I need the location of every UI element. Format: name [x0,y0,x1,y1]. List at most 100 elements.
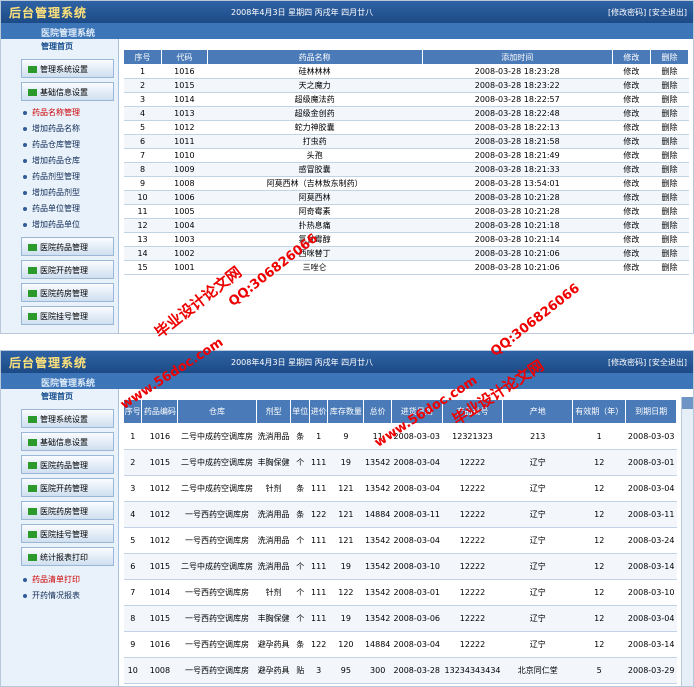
scroll-up-icon[interactable] [682,397,693,409]
table-cell: 辽宁 [502,605,573,632]
table-cell: 超级魔法药 [207,92,423,107]
delete-link[interactable]: 删除 [650,204,689,219]
link-add-unit[interactable]: 增加药品单位 [23,217,118,233]
delete-link[interactable]: 删除 [650,190,689,205]
edit-link[interactable]: 修改 [612,204,651,219]
delete-link[interactable]: 删除 [650,218,689,233]
delete-link[interactable]: 删除 [650,64,689,79]
menu-registration-manage[interactable]: 医院挂号管理 [21,306,114,325]
menu-pharmacy-manage[interactable]: 医院药房管理 [21,501,114,520]
table-row: 7 1014 一号西药空调库房 针剂个 111 122 13542 2008-03-01 122… [123,579,677,606]
menu-prescribe-manage[interactable]: 医院开药管理 [21,478,114,497]
link-drug-list-print[interactable]: 药品清单打印 [23,572,118,588]
table-cell: 1016 [141,631,178,658]
delete-link[interactable]: 删除 [650,232,689,247]
menu-drug-manage[interactable]: 医院药品管理 [21,237,114,256]
table-cell: 2008-03-14 [625,631,677,658]
home-link[interactable]: 管理首页 [1,39,118,55]
link-add-dosage[interactable]: 增加药品剂型 [23,185,118,201]
table-cell: 15 [123,260,162,275]
edit-link[interactable]: 修改 [612,64,651,79]
edit-link[interactable]: 修改 [612,106,651,121]
screenshot-drug-name-list: 后台管理系统 2008年4月3日 星期四 丙戌年 四月廿八 [修改密码] [安全… [0,0,694,334]
table-cell: 一号西药空调库房 [177,631,257,658]
delete-link[interactable]: 删除 [650,246,689,261]
account-links[interactable]: [修改密码] [安全退出] [608,7,687,18]
delete-link[interactable]: 删除 [650,176,689,191]
menu-system-settings[interactable]: 管理系统设置 [21,59,114,78]
link-drug-name-manage[interactable]: 药品名称管理 [23,105,118,121]
delete-link[interactable]: 删除 [650,134,689,149]
link-unit-manage[interactable]: 药品单位管理 [23,201,118,217]
table-cell: 1013 [161,106,208,121]
table-cell: 广州白云山制药厂 [502,683,573,686]
table-cell: 122 [327,579,364,606]
table-cell: 阿莫西林 [207,190,423,205]
table-cell: 2008-03-11 [625,501,677,528]
menu-basic-info[interactable]: 基础信息设置 [21,432,114,451]
menu-prescribe-manage[interactable]: 医院开药管理 [21,260,114,279]
delete-link[interactable]: 删除 [650,92,689,107]
link-dosage-manage[interactable]: 药品剂型管理 [23,169,118,185]
table-cell: 12 [572,501,626,528]
table-cell: 辽宁 [502,449,573,476]
menu-registration-manage[interactable]: 医院挂号管理 [21,524,114,543]
table-cell: 1 [309,423,328,450]
table-cell: 12321323 [442,423,503,450]
table-row: 8 1015 一号西药空调库房 丰胸保健个 111 19 13542 2008-03-06 12… [123,605,677,632]
table-cell: 14 [123,246,162,261]
table-cell: 避孕药具 [256,657,291,684]
table-cell: 12 [572,579,626,606]
vertical-scrollbar[interactable] [681,397,693,686]
table-cell: 95 [327,657,364,684]
link-add-drug-name[interactable]: 增加药品名称 [23,121,118,137]
edit-link[interactable]: 修改 [612,176,651,191]
delete-link[interactable]: 删除 [650,78,689,93]
menu-pharmacy-manage[interactable]: 医院药房管理 [21,283,114,302]
edit-link[interactable]: 修改 [612,162,651,177]
column-header: 修改 [611,49,651,65]
folder-icon [28,267,37,274]
table-cell: 辽宁 [502,501,573,528]
table-cell: 1014 [161,92,208,107]
table-cell: 1015 [141,605,178,632]
menu-drug-manage[interactable]: 医院药品管理 [21,455,114,474]
edit-link[interactable]: 修改 [612,232,651,247]
delete-link[interactable]: 删除 [650,148,689,163]
menu-basic-info[interactable]: 基础信息设置 [21,82,114,101]
table-row: 2 1015 天之魔力 2008-03-28 18:23:22 修改 删除 [123,78,689,93]
menu-system-settings[interactable]: 管理系统设置 [21,409,114,428]
table-cell: 11 [123,204,162,219]
bullet-icon [23,174,27,179]
table-cell: 10 [123,657,142,684]
table-row: 15 1001 三唑仑 2008-03-28 10:21:06 修改 删除 [123,260,689,275]
edit-link[interactable]: 修改 [612,78,651,93]
menu-label: 医院挂号管理 [40,530,88,539]
edit-link[interactable]: 修改 [612,260,651,275]
edit-link[interactable]: 修改 [612,134,651,149]
delete-link[interactable]: 删除 [650,120,689,135]
edit-link[interactable]: 修改 [612,120,651,135]
edit-link[interactable]: 修改 [612,148,651,163]
bullet-icon [23,126,27,131]
date-display: 2008年4月3日 星期四 丙戌年 四月廿八 [231,358,374,367]
link-warehouse-manage[interactable]: 药品仓库管理 [23,137,118,153]
account-links[interactable]: [修改密码] [安全退出] [608,357,687,368]
table-cell: 13542 [363,449,392,476]
link-prescribe-report[interactable]: 开药情况报表 [23,588,118,604]
table-cell: 8 [123,605,142,632]
home-link[interactable]: 管理首页 [1,389,118,405]
delete-link[interactable]: 删除 [650,162,689,177]
table-cell: 针剂 [256,475,291,502]
link-add-warehouse[interactable]: 增加药品仓库 [23,153,118,169]
delete-link[interactable]: 删除 [650,106,689,121]
folder-icon [28,462,37,469]
edit-link[interactable]: 修改 [612,246,651,261]
edit-link[interactable]: 修改 [612,92,651,107]
table-cell: 213 [502,423,573,450]
edit-link[interactable]: 修改 [612,218,651,233]
table-row: 9 1008 阿莫西林（吉林敖东制药） 2008-03-28 13:54:01 修改 删除 [123,176,689,191]
edit-link[interactable]: 修改 [612,190,651,205]
delete-link[interactable]: 删除 [650,260,689,275]
menu-report-print[interactable]: 统计报表打印 [21,547,114,566]
